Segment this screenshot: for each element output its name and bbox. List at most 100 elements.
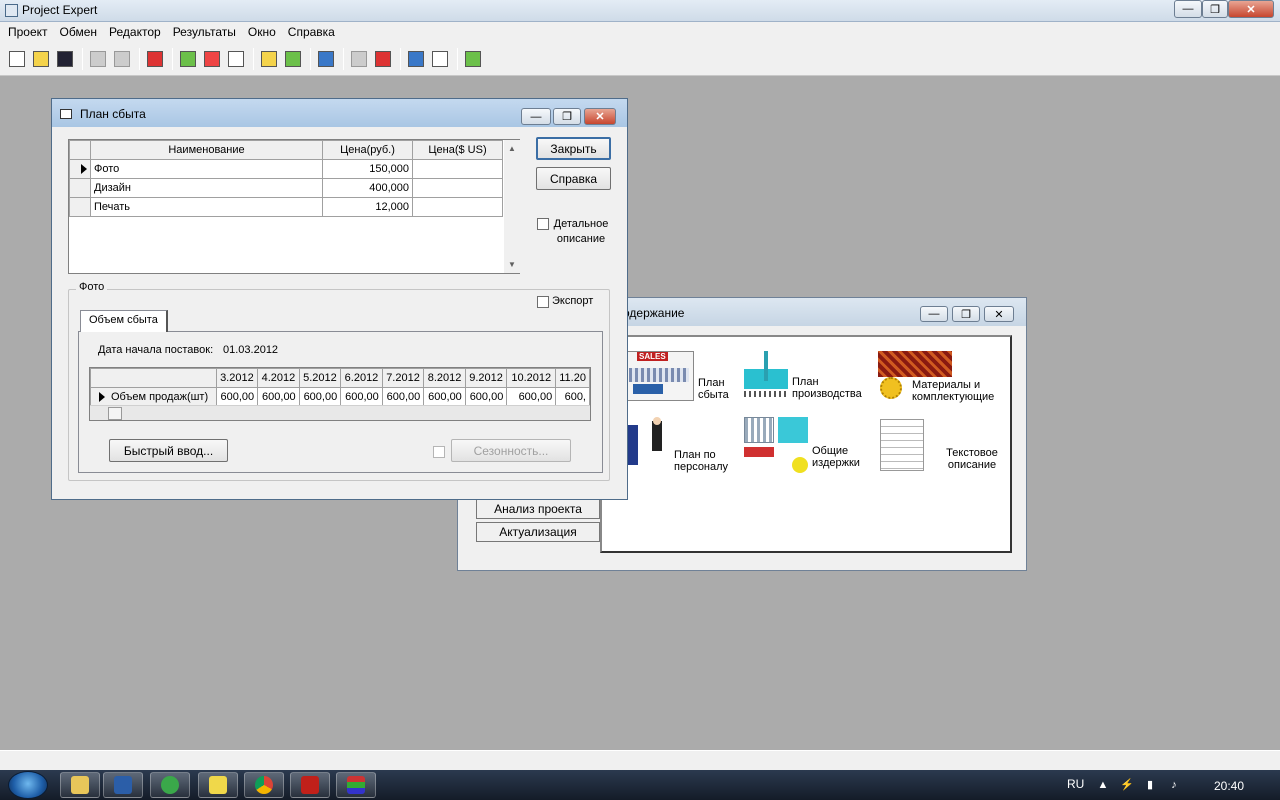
seasonality-button[interactable]: Сезонность...	[451, 439, 571, 462]
maximize-button[interactable]: ❐	[1202, 0, 1228, 18]
tab-sales-volume[interactable]: Объем сбыта	[80, 310, 168, 332]
balance-scale-icon[interactable]	[225, 48, 247, 70]
period-header[interactable]: 9.2012	[464, 368, 508, 388]
actualization-button[interactable]: Актуализация	[476, 522, 600, 542]
period-header[interactable]: 5.2012	[298, 368, 342, 388]
personnel-icon[interactable]	[626, 417, 672, 469]
print-icon[interactable]	[111, 48, 133, 70]
word-taskbar-icon[interactable]	[103, 772, 143, 798]
period-header[interactable]: 11.20	[555, 368, 590, 388]
language-indicator[interactable]: RU	[1067, 777, 1084, 791]
menu-project[interactable]: Проект	[2, 25, 54, 39]
archive-taskbar-icon[interactable]	[336, 772, 376, 798]
volume-grid[interactable]: 3.2012 4.2012 5.2012 6.2012 7.2012 8.201…	[89, 367, 591, 421]
minimize-button[interactable]: —	[1174, 0, 1202, 18]
menu-help[interactable]: Справка	[282, 25, 341, 39]
volume-cell[interactable]: 600,00	[215, 387, 259, 407]
content-minimize-button[interactable]: —	[920, 306, 948, 322]
period-header[interactable]: 3.2012	[215, 368, 259, 388]
volume-cell[interactable]: 600,00	[298, 387, 342, 407]
start-date-value[interactable]: 01.03.2012	[223, 344, 278, 356]
materials-label[interactable]: Материалы и комплектующие	[912, 379, 1002, 403]
period-header[interactable]: 7.2012	[381, 368, 425, 388]
volume-cell[interactable]: 600,00	[381, 387, 425, 407]
tray-expand-icon[interactable]: ▲	[1097, 779, 1109, 791]
factory-icon[interactable]	[744, 351, 788, 401]
cell-name[interactable]: Дизайн	[90, 178, 323, 198]
volume-cell[interactable]: 600,00	[423, 387, 466, 407]
products-scrollbar[interactable]: ▲ ▼	[504, 140, 520, 273]
project-expert-taskbar-icon[interactable]	[198, 772, 238, 798]
cell-price-rub[interactable]: 150,000	[322, 159, 413, 179]
menu-window[interactable]: Окно	[242, 25, 282, 39]
close-button[interactable]: ✕	[1228, 0, 1274, 18]
open-folder-icon[interactable]	[30, 48, 52, 70]
sales-minimize-button[interactable]: —	[521, 108, 551, 125]
save-icon[interactable]	[54, 48, 76, 70]
column-header-name[interactable]: Наименование	[90, 140, 323, 160]
windows-icon[interactable]	[429, 48, 451, 70]
clock[interactable]: 20:40	[1214, 779, 1244, 793]
print-preview-icon[interactable]	[87, 48, 109, 70]
line-chart-icon[interactable]	[315, 48, 337, 70]
sales-close-button[interactable]: ✕	[584, 108, 616, 125]
quick-input-button[interactable]: Быстрый ввод...	[109, 439, 228, 462]
column-header-price-rub[interactable]: Цена(руб.)	[322, 140, 413, 160]
export-checkbox[interactable]	[537, 296, 549, 308]
period-header[interactable]: 10.2012	[506, 368, 557, 388]
volume-cell[interactable]: 600,00	[506, 387, 557, 407]
row-indicator[interactable]	[69, 178, 91, 198]
column-header-price-usd[interactable]: Цена($ US)	[412, 140, 503, 160]
period-header[interactable]: 8.2012	[423, 368, 466, 388]
volume-cell[interactable]: 600,00	[257, 387, 300, 407]
percent-icon[interactable]	[258, 48, 280, 70]
sales-plan-label[interactable]: План сбыта	[698, 377, 734, 401]
cell-price-usd[interactable]	[412, 197, 503, 217]
cell-name[interactable]: Фото	[90, 159, 323, 179]
signal-icon[interactable]: ▮	[1144, 779, 1156, 791]
menu-exchange[interactable]: Обмен	[54, 25, 104, 39]
cell-price-usd[interactable]	[412, 178, 503, 198]
period-header[interactable]: 6.2012	[340, 368, 383, 388]
power-icon[interactable]: ⚡	[1120, 779, 1134, 791]
explorer-taskbar-icon[interactable]	[60, 772, 100, 798]
exit-door-icon[interactable]	[144, 48, 166, 70]
database-icon[interactable]	[462, 48, 484, 70]
cell-name[interactable]: Печать	[90, 197, 323, 217]
close-window-button[interactable]: Закрыть	[536, 137, 611, 160]
content-close-button[interactable]: ✕	[984, 306, 1014, 322]
volume-row-header[interactable]: Объем продаж(шт)	[90, 387, 217, 407]
cell-price-usd[interactable]	[412, 159, 503, 179]
production-plan-label[interactable]: План производства	[792, 376, 872, 400]
detail-description-label[interactable]: Детальное описание	[550, 217, 612, 247]
export-label[interactable]: Экспорт	[552, 295, 593, 307]
chrome-taskbar-icon[interactable]	[244, 772, 284, 798]
menu-results[interactable]: Результаты	[167, 25, 242, 39]
table-row[interactable]: Дизайн 400,000	[69, 178, 503, 198]
volume-hscrollbar[interactable]	[90, 405, 590, 420]
overheads-label[interactable]: Общие издержки	[812, 445, 872, 469]
text-description-label[interactable]: Текстовое описание	[942, 447, 1002, 471]
document-red-icon[interactable]	[372, 48, 394, 70]
row-indicator[interactable]	[69, 197, 91, 217]
volume-icon[interactable]: ♪	[1168, 779, 1180, 791]
cashflow-icon[interactable]	[201, 48, 223, 70]
cell-price-rub[interactable]: 400,000	[322, 178, 413, 198]
pdf-taskbar-icon[interactable]	[290, 772, 330, 798]
table-row[interactable]: Печать 12,000	[69, 197, 503, 217]
table-row[interactable]: Фото 150,000	[69, 159, 503, 179]
project-analysis-button[interactable]: Анализ проекта	[476, 499, 600, 519]
cell-price-rub[interactable]: 12,000	[322, 197, 413, 217]
period-header[interactable]: 4.2012	[257, 368, 300, 388]
scroll-thumb[interactable]	[108, 407, 122, 420]
calculator-icon[interactable]	[177, 48, 199, 70]
help-button[interactable]: Справка	[536, 167, 611, 190]
start-button[interactable]	[8, 771, 48, 799]
content-maximize-button[interactable]: ❐	[952, 306, 980, 322]
chat-taskbar-icon[interactable]	[150, 772, 190, 798]
volume-cell[interactable]: 600,00	[340, 387, 383, 407]
sales-maximize-button[interactable]: ❐	[553, 108, 581, 125]
overheads-icon[interactable]	[744, 417, 810, 473]
seasonality-checkbox[interactable]	[433, 446, 445, 458]
scroll-up-icon[interactable]: ▲	[508, 144, 516, 153]
